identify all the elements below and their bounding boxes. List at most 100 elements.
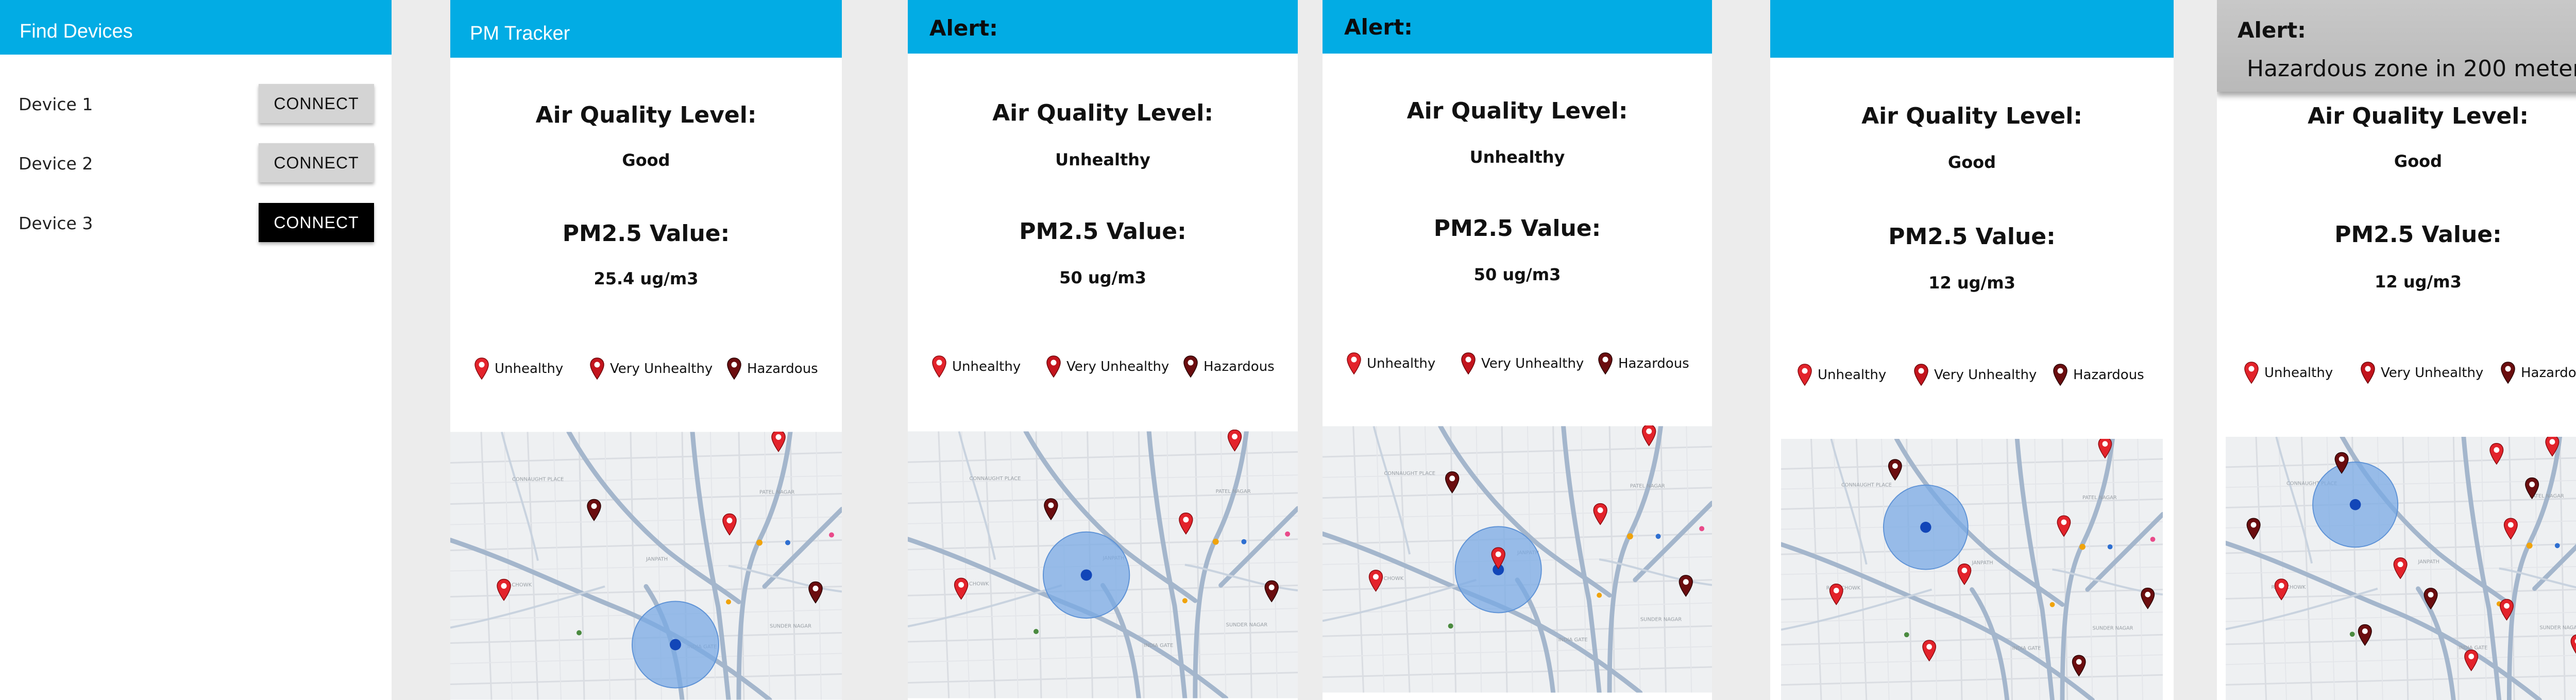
device-row-2: Device 2 CONNECT [19, 143, 374, 184]
legend-hazardous: Hazardous [726, 357, 818, 380]
map-legend: Unhealthy Very Unhealthy Hazardous [450, 357, 842, 388]
pm-tracker-screen-4: Air Quality Level: Good PM2.5 Value: 12 … [1770, 0, 2174, 700]
pm25-heading: PM2.5 Value: [1019, 218, 1187, 245]
map-pin-icon [2244, 362, 2259, 384]
pm-tracker-header: PM Tracker [450, 0, 842, 58]
legend-hazardous: Hazardous [1598, 352, 1689, 375]
map-pin-icon [2053, 364, 2068, 386]
legend-very-unhealthy: Very Unhealthy [1913, 364, 2037, 386]
legend-label: Unhealthy [2264, 365, 2333, 381]
pm25-heading: PM2.5 Value: [1888, 224, 2056, 250]
map-legend: Unhealthy Very Unhealthy Hazardous [1323, 352, 1712, 383]
legend-label: Hazardous [1204, 359, 1275, 374]
air-quality-heading: Air Quality Level: [1406, 98, 1628, 124]
connect-button-device-2[interactable]: CONNECT [259, 143, 374, 182]
location-dot-icon [2349, 499, 2361, 510]
legend-label: Very Unhealthy [1934, 367, 2037, 383]
pm25-heading: PM2.5 Value: [1433, 215, 1601, 242]
alert-title: Alert: [2238, 18, 2306, 43]
blank-header [1770, 0, 2174, 58]
air-quality-heading: Air Quality Level: [2308, 103, 2529, 129]
device-row-3: Device 3 CONNECT [19, 203, 374, 244]
pm-tracker-screen-5: Air Quality Level: Good PM2.5 Value: 12 … [2217, 0, 2576, 700]
legend-label: Hazardous [2521, 365, 2576, 381]
device-label: Device 1 [19, 94, 93, 114]
air-quality-level: Unhealthy [1469, 147, 1565, 167]
map-pin-icon [726, 357, 742, 380]
map-pin-icon [474, 357, 489, 380]
location-dot-icon [1080, 569, 1092, 581]
find-devices-header: Find Devices [0, 0, 392, 55]
pm25-heading: PM2.5 Value: [2334, 221, 2502, 248]
alert-message: Hazardous zone in 200 meters !! [2247, 56, 2576, 82]
legend-unhealthy: Unhealthy [1346, 352, 1435, 375]
connect-button-device-1[interactable]: CONNECT [259, 84, 374, 123]
pm25-value: 25.4 ug/m3 [594, 269, 699, 288]
map-pin-icon [1913, 364, 1929, 386]
air-quality-heading: Air Quality Level: [1861, 103, 2082, 129]
map-pin-icon [931, 355, 947, 378]
air-quality-heading: Air Quality Level: [992, 100, 1213, 126]
legend-label: Very Unhealthy [1481, 356, 1584, 371]
pm-tracker-screen-1: PM Tracker Air Quality Level: Good PM2.5… [450, 0, 842, 700]
header-title: Alert: [1344, 14, 1413, 40]
pm-tracker-screen-2: Alert: Air Quality Level: Unhealthy PM2.… [908, 0, 1298, 700]
legend-label: Hazardous [2073, 367, 2144, 383]
map-canvas[interactable] [1323, 425, 1712, 693]
map-pin-icon [1598, 352, 1613, 375]
air-quality-level: Good [1947, 152, 1996, 172]
pm25-value: 12 ug/m3 [1928, 273, 2015, 293]
device-row-1: Device 1 CONNECT [19, 84, 374, 125]
air-quality-level: Good [2394, 151, 2443, 171]
legend-hazardous: Hazardous [2053, 364, 2144, 386]
device-label: Device 3 [19, 213, 93, 233]
legend-hazardous: Hazardous [2500, 362, 2576, 384]
location-dot-icon [1920, 521, 1931, 533]
map-pin-icon [1046, 355, 1061, 378]
map-pin-icon [1461, 352, 1476, 375]
legend-unhealthy: Unhealthy [474, 357, 563, 380]
legend-very-unhealthy: Very Unhealthy [1046, 355, 1169, 378]
pm25-value: 50 ug/m3 [1059, 268, 1146, 287]
device-label: Device 2 [19, 153, 93, 174]
legend-label: Unhealthy [1818, 367, 1887, 383]
pm-tracker-screen-3: Alert: Air Quality Level: Unhealthy PM2.… [1323, 0, 1712, 700]
legend-very-unhealthy: Very Unhealthy [589, 357, 713, 380]
map-pin-icon [1346, 352, 1362, 375]
pm25-value: 50 ug/m3 [1473, 265, 1561, 284]
header-title: Alert: [929, 15, 998, 41]
map-legend: Unhealthy Very Unhealthy Hazardous [908, 355, 1298, 386]
legend-label: Very Unhealthy [1066, 359, 1170, 374]
map-legend: Unhealthy Very Unhealthy Hazardous [1770, 364, 2174, 395]
map-view[interactable] [908, 430, 1298, 700]
air-quality-level: Good [622, 150, 670, 170]
map-canvas[interactable] [1770, 439, 2174, 700]
hazard-alert-banner[interactable]: Alert: Hazardous zone in 200 meters !! [2217, 0, 2576, 92]
map-legend: Unhealthy Very Unhealthy Hazardous [2217, 362, 2576, 392]
map-pin-icon [589, 357, 605, 380]
map-canvas[interactable] [450, 432, 842, 700]
map-view[interactable] [1323, 425, 1712, 693]
location-dot-icon [670, 639, 681, 651]
legend-very-unhealthy: Very Unhealthy [1461, 352, 1584, 375]
legend-label: Unhealthy [952, 359, 1021, 374]
legend-label: Very Unhealthy [610, 361, 713, 377]
map-pin-icon [1797, 364, 1812, 386]
map-pin-icon [2360, 362, 2376, 384]
legend-unhealthy: Unhealthy [931, 355, 1021, 378]
air-quality-heading: Air Quality Level: [535, 102, 757, 128]
alert-header: Alert: [1323, 0, 1712, 54]
legend-label: Unhealthy [495, 361, 564, 377]
legend-label: Hazardous [1618, 356, 1689, 371]
legend-unhealthy: Unhealthy [2244, 362, 2333, 384]
connect-button-device-3[interactable]: CONNECT [259, 203, 374, 242]
map-canvas[interactable] [908, 430, 1298, 700]
map-pin-icon [2500, 362, 2516, 384]
map-view[interactable] [1770, 439, 2174, 700]
pm25-value: 12 ug/m3 [2375, 272, 2462, 292]
map-view[interactable] [450, 432, 842, 700]
map-canvas[interactable] [2217, 437, 2576, 700]
pm25-heading: PM2.5 Value: [562, 220, 730, 247]
legend-unhealthy: Unhealthy [1797, 364, 1886, 386]
map-view[interactable] [2217, 437, 2576, 700]
